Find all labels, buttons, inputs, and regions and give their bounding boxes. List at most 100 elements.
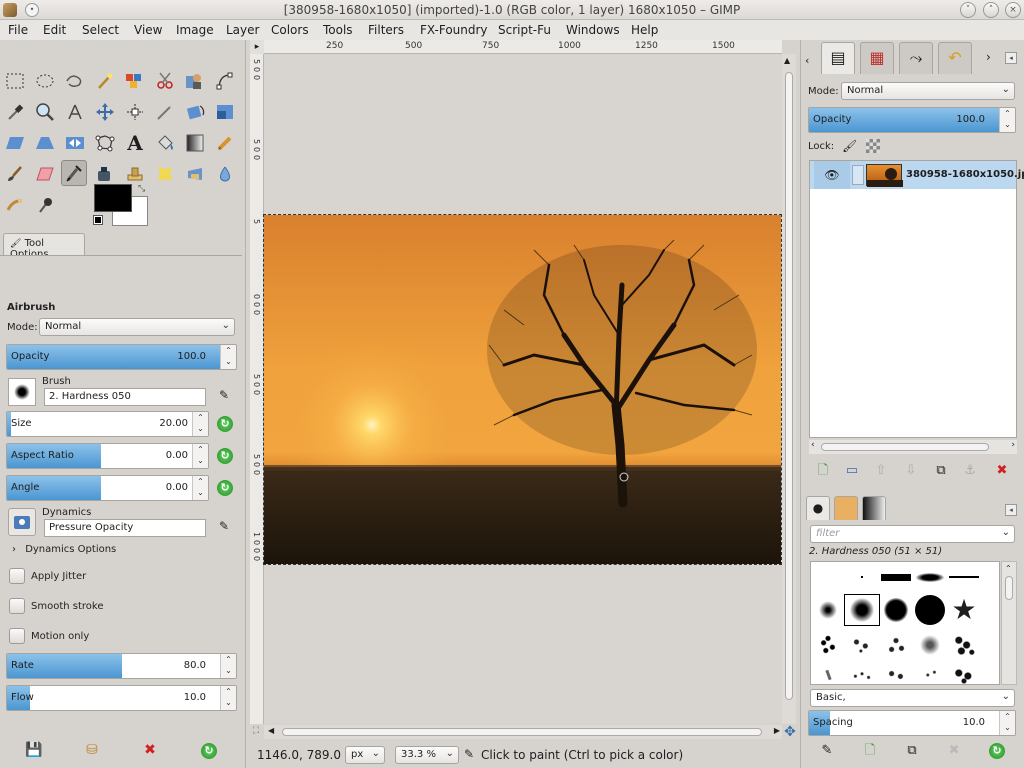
measure-icon[interactable] [62,99,88,125]
scale-icon[interactable] [212,99,238,125]
blur-sharpen-icon[interactable] [212,161,238,187]
tab-paths[interactable]: ⤳ [899,42,933,74]
refresh-brushes-icon[interactable]: ↻ [989,743,1005,759]
tab-brushes[interactable]: ● [806,496,830,520]
size-spinner[interactable]: ⌃ ⌄ [192,412,208,436]
scroll-right-icon[interactable]: › [1011,440,1015,450]
vertical-scrollbar[interactable]: ▲ [782,54,796,724]
brush-item[interactable] [879,595,913,625]
shear-icon[interactable] [2,130,28,156]
aspect-ratio-slider[interactable]: Aspect Ratio 0.00 ⌃ ⌄ [6,443,209,469]
flow-slider[interactable]: Flow 10.0 ⌃ ⌄ [6,685,237,711]
brush-item[interactable]: ★ [947,595,981,625]
brush-item[interactable] [913,562,947,592]
brush-item[interactable] [845,562,879,592]
brush-item[interactable] [947,562,981,592]
brush-grid-scrollbar-thumb[interactable] [1005,576,1013,600]
brush-item-selected[interactable] [844,594,880,626]
menu-windows[interactable]: Windows [566,23,620,37]
reset-aspect-ratio-icon[interactable]: ↻ [217,448,233,464]
scissors-select-icon[interactable] [152,68,178,94]
menu-help[interactable]: Help [631,23,658,37]
delete-layer-icon[interactable]: ✖ [992,461,1012,481]
minimize-icon[interactable]: ˅ [960,2,976,18]
zoom-fit-icon[interactable]: ⛶ [249,726,263,740]
rate-spinner[interactable]: ⌃ ⌄ [220,654,236,678]
brush-spacing-spinner[interactable]: ⌃ ⌄ [999,711,1015,735]
layer-opacity-slider[interactable]: Opacity 100.0 ⌃ ⌄ [808,107,1016,133]
tab-undo[interactable]: ↶ [938,42,972,74]
brush-item[interactable] [913,630,947,660]
reset-options-icon[interactable]: ↻ [201,743,217,759]
edit-brush-dock-icon[interactable]: ✎ [817,741,837,761]
dynamics-options-expander[interactable]: › Dynamics Options [12,544,116,555]
aspect-ratio-spinner[interactable]: ⌃ ⌄ [192,444,208,468]
fg-bg-colors[interactable]: ⤡ [90,184,150,230]
new-brush-icon[interactable]: 🗋 [860,741,880,761]
layers-mode-select[interactable]: Normal ⌄ [841,82,1015,100]
layer-chain-icon[interactable] [852,165,864,185]
maximize-icon[interactable]: ˄ [983,2,999,18]
opacity-slider[interactable]: Opacity 100.0 ⌃ ⌄ [6,344,237,370]
brush-item[interactable] [811,630,845,660]
color-picker-icon[interactable] [2,99,28,125]
layer-visibility-eye-icon[interactable]: 👁 [814,161,850,189]
dodge-burn-icon[interactable] [32,192,58,218]
layer-name[interactable]: 380958-1680x1050.jpg [906,169,1024,180]
default-colors-icon[interactable] [93,215,103,225]
layer-row[interactable]: 👁 380958-1680x1050.jpg [810,161,1024,189]
lower-layer-icon[interactable]: ⇩ [901,461,921,481]
menu-layer[interactable]: Layer [226,23,259,37]
edit-dynamics-icon[interactable]: ✎ [219,519,229,533]
rotate-icon[interactable] [182,99,208,125]
brush-grid-scrollbar[interactable]: ⌃ [1001,561,1017,685]
menu-select[interactable]: Select [82,23,119,37]
menu-filters[interactable]: Filters [368,23,404,37]
dynamics-name-field[interactable]: Pressure Opacity [44,519,206,537]
menu-image[interactable]: Image [176,23,214,37]
new-layer-group-icon[interactable]: ▭ [842,461,862,481]
zoom-icon[interactable] [32,99,58,125]
rate-slider[interactable]: Rate 80.0 ⌃ ⌄ [6,653,237,679]
brush-tag-select[interactable]: Basic, ⌄ [810,689,1015,707]
perspective-clone-icon[interactable] [182,161,208,187]
color-select-icon[interactable] [122,68,148,94]
brush-item[interactable] [811,595,845,625]
menu-fx-foundry[interactable]: FX-Foundry [420,23,488,37]
menu-file[interactable]: File [8,23,28,37]
brush-item[interactable] [879,562,913,592]
quick-mask-corner-icon[interactable]: ▸ [250,40,264,54]
apply-jitter-checkbox[interactable] [9,568,25,584]
size-slider[interactable]: Size 20.00 ⌃ ⌄ [6,411,209,437]
brush-filter-input[interactable]: filter ⌄ [810,525,1015,543]
brushes-menu-icon[interactable]: ◂ [1005,504,1017,516]
brush-item[interactable] [947,630,981,660]
horizontal-ruler[interactable]: 250 500 750 1000 1250 1500 [264,40,782,54]
vertical-scrollbar-thumb[interactable] [785,72,793,700]
menu-colors[interactable]: Colors [271,23,309,37]
brush-item[interactable] [811,660,845,684]
fuzzy-select-icon[interactable] [92,68,118,94]
brush-name-field[interactable]: 2. Hardness 050 [44,388,206,406]
brush-item[interactable] [913,595,947,625]
brush-item[interactable] [845,660,879,684]
close-window-icon[interactable]: × [1005,2,1021,18]
delete-options-icon[interactable]: ✖ [140,740,160,760]
flip-icon[interactable] [62,130,88,156]
new-layer-icon[interactable]: 🗋 [813,461,833,481]
brush-item[interactable] [913,660,947,684]
raise-layer-icon[interactable]: ⇧ [871,461,891,481]
foreground-color-swatch[interactable] [94,184,132,212]
cage-transform-icon[interactable] [92,130,118,156]
lock-pixels-icon[interactable]: 🖌 [842,139,857,153]
layer-opacity-spinner[interactable]: ⌃ ⌄ [999,108,1015,132]
eraser-icon[interactable] [32,161,58,187]
brush-item[interactable] [879,660,913,684]
save-options-icon[interactable]: 💾 [24,740,44,760]
text-icon[interactable]: A [122,130,148,156]
edit-brush-icon[interactable]: ✎ [219,388,229,402]
zoom-select[interactable]: 33.3 % ⌄ [395,746,459,764]
dynamics-preview[interactable] [8,508,36,536]
swap-colors-icon[interactable]: ⤡ [138,184,145,194]
lock-alpha-icon[interactable] [866,139,880,153]
